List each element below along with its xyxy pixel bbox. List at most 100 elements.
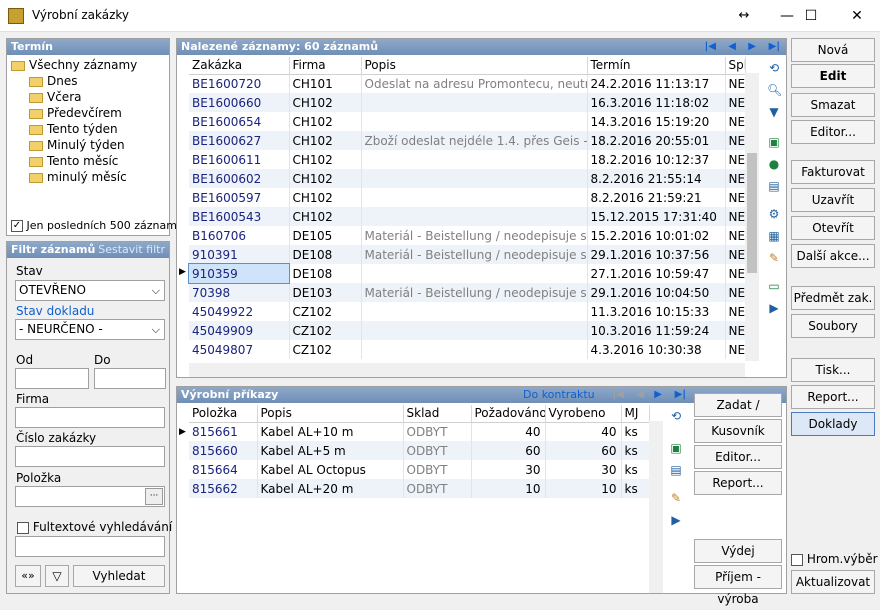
records-scrollbar[interactable] xyxy=(745,73,759,361)
excel-icon[interactable]: ▣ xyxy=(767,135,781,149)
tisk-button[interactable]: Tisk... xyxy=(791,358,875,382)
smazat-button[interactable]: Smazat xyxy=(791,93,875,117)
aktualizovat-button[interactable]: Aktualizovat xyxy=(791,570,875,594)
od-input[interactable] xyxy=(15,368,89,389)
build-filter-link[interactable]: Sestavit filtr xyxy=(98,242,165,258)
tree-item[interactable]: Tento měsíc xyxy=(11,153,169,169)
export-icon[interactable]: ▶ xyxy=(767,301,781,315)
col-firma[interactable]: Firma xyxy=(289,57,362,75)
predmet-zak-button[interactable]: Předmět zak. xyxy=(791,286,875,310)
resize-icon[interactable]: ↔ xyxy=(724,0,764,32)
stav-dokladu-select[interactable]: - NEURČENO - xyxy=(15,319,165,340)
tree-item[interactable]: Předevčírem xyxy=(11,105,169,121)
zadat-upravit-button[interactable]: Zadat / Upravit xyxy=(694,393,782,434)
close-button[interactable]: ✕ xyxy=(834,0,880,32)
table-row[interactable]: BE1600720 CH101 Odeslat na adresu Promonte… xyxy=(189,74,746,93)
funnel-icon[interactable]: ▼ xyxy=(767,105,781,119)
tree-root[interactable]: Všechny záznamy xyxy=(11,57,169,73)
nav-first-icon[interactable]: |◀ xyxy=(705,39,716,55)
uzavrit-button[interactable]: Uzavřít xyxy=(791,188,875,212)
nav-first-icon[interactable]: |◀ xyxy=(613,387,624,403)
table-row[interactable]: BE1600611 CH102 18.2.2016 10:12:37 NE xyxy=(189,150,746,169)
col-popis[interactable]: Popis xyxy=(257,405,404,423)
orders-scrollbar[interactable] xyxy=(649,421,663,593)
window-icon[interactable]: ▭ xyxy=(767,279,781,293)
table-row[interactable]: BE1600654 CH102 14.3.2016 15:19:20 NE xyxy=(189,112,746,131)
col-termin[interactable]: Termín xyxy=(587,57,726,75)
polozka-input[interactable] xyxy=(15,486,165,507)
cislo-input[interactable] xyxy=(15,446,165,467)
table-row[interactable]: 815664 Kabel AL Octopus ODBYT 30 30 ks xyxy=(189,460,650,479)
edit-icon[interactable]: ✎ xyxy=(669,491,683,505)
filter-icon[interactable]: ▽ xyxy=(45,565,69,587)
soubory-button[interactable]: Soubory xyxy=(791,314,875,338)
tree-item[interactable]: Včera xyxy=(11,89,169,105)
search-button[interactable]: Vyhledat xyxy=(73,565,165,587)
polozka-browse-button[interactable]: ··· xyxy=(145,488,163,505)
nav-last-icon[interactable]: ▶| xyxy=(769,39,780,55)
col-spl[interactable]: Spl xyxy=(725,57,746,75)
nova-button[interactable]: Nová xyxy=(791,38,875,62)
table-row[interactable]: 45049807 CZ102 4.3.2016 10:30:38 NE xyxy=(189,340,746,359)
fulltext-checkbox[interactable]: Fultextové vyhledávání xyxy=(17,520,172,534)
table-row[interactable]: BE1600543 CH102 15.12.2015 17:31:40 NE xyxy=(189,207,746,226)
col-zakazka[interactable]: Zakázka xyxy=(189,57,290,75)
doklady-button[interactable]: Doklady xyxy=(791,412,875,436)
fakturovat-button[interactable]: Fakturovat xyxy=(791,160,875,184)
col-vyrobeno[interactable]: Vyrobeno xyxy=(545,405,622,423)
edit-icon[interactable]: ✎ xyxy=(767,251,781,265)
maximize-button[interactable]: ☐ xyxy=(788,0,834,32)
magnifier-icon[interactable]: 🔍︎ xyxy=(767,83,782,97)
nav-last-icon[interactable]: ▶| xyxy=(675,387,686,403)
nav-prev-icon[interactable]: ◀ xyxy=(636,387,644,403)
only500-checkbox[interactable]: ✓ Jen posledních 500 záznamů xyxy=(11,219,184,232)
nav-prev-icon[interactable]: ◀ xyxy=(728,39,736,55)
editor-button[interactable]: Editor... xyxy=(791,120,875,144)
table-row[interactable]: 815661 Kabel AL+10 m ODBYT 40 40 ks xyxy=(189,422,650,441)
table-row[interactable]: 910391 DE108 Materiál - Beistellung / neod… xyxy=(189,245,746,264)
dalsi-akce-button[interactable]: Další akce... xyxy=(791,244,875,268)
settings-icon[interactable]: ⚙ xyxy=(767,207,781,221)
fulltext-input[interactable] xyxy=(15,536,165,557)
table-row[interactable]: 815660 Kabel AL+5 m ODBYT 60 60 ks xyxy=(189,441,650,460)
refresh-icon[interactable]: ⟲ xyxy=(669,409,683,423)
tree-item[interactable]: Minulý týden xyxy=(11,137,169,153)
tree-item[interactable]: Tento týden xyxy=(11,121,169,137)
table-row[interactable]: 70398 DE103 Materiál - Beistellung / neode… xyxy=(189,283,746,302)
prijem-vyroba-button[interactable]: Příjem - výroba xyxy=(694,565,782,606)
do-kontraktu-link[interactable]: Do kontraktu xyxy=(523,387,595,403)
table-row[interactable]: BE1600597 CH102 8.2.2016 21:59:21 NE xyxy=(189,188,746,207)
editor-button[interactable]: Editor... xyxy=(694,445,782,469)
print-icon[interactable]: ▤ xyxy=(767,179,781,193)
table-row[interactable]: 815662 Kabel AL+20 m ODBYT 10 10 ks xyxy=(189,479,650,498)
excel-icon[interactable]: ▣ xyxy=(669,441,683,455)
swap-button[interactable]: «» xyxy=(15,565,41,587)
do-input[interactable] xyxy=(94,368,166,389)
table-row[interactable]: B160706 DE105 Materiál - Beistellung / neo… xyxy=(189,226,746,245)
table-row[interactable]: 45049909 CZ102 10.3.2016 11:59:24 NE xyxy=(189,321,746,340)
refresh-icon[interactable]: ⟲ xyxy=(767,61,781,75)
nav-next-icon[interactable]: ▶ xyxy=(748,39,756,55)
vydej-materialu-button[interactable]: Výdej materiálu xyxy=(694,539,782,580)
stav-select[interactable]: OTEVŘENO xyxy=(15,280,165,301)
table-row[interactable]: 910359 DE108 27.1.2016 10:59:47 NE xyxy=(188,263,746,284)
globe-icon[interactable]: ● xyxy=(767,157,781,171)
firma-input[interactable] xyxy=(15,407,165,428)
col-popis[interactable]: Popis xyxy=(361,57,588,75)
report-button[interactable]: Report... xyxy=(791,385,875,409)
table-row[interactable]: BE1600660 CH102 16.3.2016 11:18:02 NE xyxy=(189,93,746,112)
table-row[interactable]: BE1600602 CH102 8.2.2016 21:55:14 NE xyxy=(189,169,746,188)
print-icon[interactable]: ▤ xyxy=(669,463,683,477)
otevrit-button[interactable]: Otevřít xyxy=(791,216,875,240)
kusovnik-button[interactable]: Kusovník xyxy=(694,419,782,443)
records-hscrollbar[interactable] xyxy=(189,363,745,377)
nav-next-icon[interactable]: ▶ xyxy=(654,387,662,403)
table-row[interactable]: BE1600627 CH102 Zboží odeslat nejdéle 1.4.… xyxy=(189,131,746,150)
table-row[interactable]: 45049922 CZ102 11.3.2016 10:15:33 NE xyxy=(189,302,746,321)
hrom-vyber-checkbox[interactable]: Hrom.výběr xyxy=(791,552,878,566)
col-polozka[interactable]: Položka xyxy=(189,405,258,423)
export-icon[interactable]: ▶ xyxy=(669,513,683,527)
tree-item[interactable]: minulý měsíc xyxy=(11,169,169,185)
edit-button[interactable]: Edit xyxy=(791,64,875,88)
scroll-thumb[interactable] xyxy=(747,153,757,273)
